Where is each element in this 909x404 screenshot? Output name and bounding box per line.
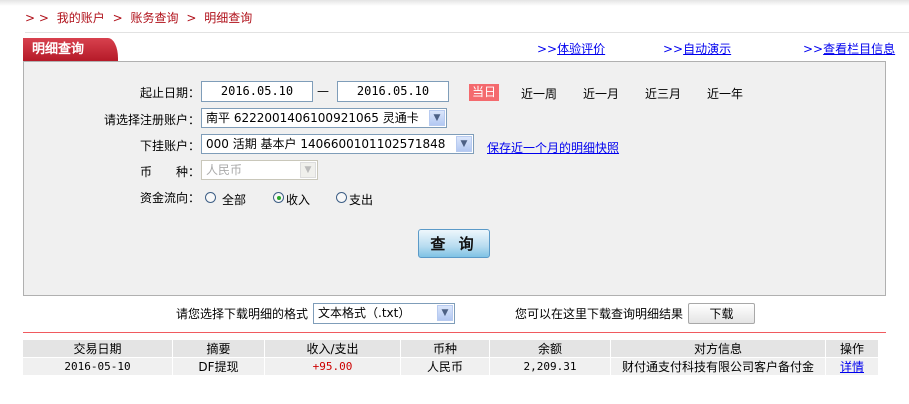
cell-currency: 人民币	[400, 357, 490, 375]
currency-value: 人民币	[206, 163, 243, 177]
link-prefix: >>	[537, 42, 558, 56]
currency-label: 种：	[176, 165, 201, 179]
radio-income[interactable]	[273, 192, 284, 203]
currency-label: 币	[140, 165, 153, 179]
chevron-down-icon[interactable]: ▼	[429, 110, 445, 126]
radio-expense-label[interactable]: 支出	[349, 191, 373, 208]
start-date-input[interactable]: 2016.05.10	[201, 81, 313, 102]
chevron-down-icon[interactable]: ▼	[456, 136, 472, 152]
table-header: 交易日期 摘要 收入/支出 币种 余额 对方信息 操作	[23, 340, 879, 358]
header-amount: 收入/支出	[264, 340, 401, 358]
link-feedback[interactable]: >>体验评价	[537, 40, 605, 57]
red-divider	[23, 332, 886, 333]
cell-summary: DF提现	[172, 357, 265, 375]
link-prefix: >>	[803, 42, 824, 56]
cell-balance: 2,209.31	[489, 357, 611, 375]
table-row: 2016-05-10 DF提现 +95.00 人民币 2,209.31 财付通支…	[23, 357, 879, 375]
radio-income-label[interactable]: 收入	[286, 191, 310, 208]
range-today[interactable]: 当日	[469, 84, 499, 101]
account-select[interactable]: 南平 6222001406100921065 灵通卡 ▼	[201, 108, 447, 128]
account-label: 请选择注册账户：	[104, 113, 201, 127]
link-prefix: >>	[663, 42, 684, 56]
range-month[interactable]: 近一月	[583, 85, 619, 102]
link-label[interactable]: 自动演示	[683, 42, 731, 56]
flow-label: 资金流向：	[140, 191, 201, 205]
link-column-info[interactable]: >>查看栏目信息	[803, 40, 895, 57]
breadcrumb-prefix: > >	[25, 11, 49, 25]
query-button[interactable]: 查 询	[418, 229, 490, 258]
radio-all[interactable]	[205, 192, 216, 203]
sub-account-select[interactable]: 000 活期 基本户 1406600101102571848 ▼	[201, 134, 474, 154]
breadcrumb-sep: >	[186, 11, 197, 25]
breadcrumb-account-query[interactable]: 账务查询	[131, 11, 179, 25]
breadcrumb-sep: >	[112, 11, 123, 25]
cell-counterparty: 财付通支付科技有限公司客户备付金	[610, 357, 826, 375]
end-date-input[interactable]: 2016.05.10	[337, 81, 449, 102]
link-auto-demo[interactable]: >>自动演示	[663, 40, 731, 57]
save-snapshot-link[interactable]: 保存近一个月的明细快照	[487, 139, 619, 156]
download-button[interactable]: 下载	[688, 303, 755, 324]
link-label[interactable]: 体验评价	[557, 42, 605, 56]
currency-select: 人民币 ▼	[201, 160, 318, 180]
account-value: 南平 6222001406100921065 灵通卡	[206, 111, 419, 125]
header-summary: 摘要	[172, 340, 265, 358]
download-hint: 您可以在这里下载查询明细结果	[515, 307, 684, 321]
date-dash: —	[317, 84, 329, 98]
breadcrumb-detail-query: 明细查询	[204, 11, 253, 25]
header-balance: 余额	[489, 340, 611, 358]
radio-all-label[interactable]: 全部	[222, 191, 246, 208]
range-week[interactable]: 近一周	[521, 85, 557, 102]
chevron-down-icon[interactable]: ▼	[437, 305, 453, 321]
date-label: 起止日期：	[140, 86, 201, 100]
divider	[25, 32, 909, 33]
top-shadow	[0, 0, 909, 6]
transactions-table: 交易日期 摘要 收入/支出 币种 余额 对方信息 操作 2016-05-10 D…	[23, 340, 879, 375]
breadcrumb-my-account[interactable]: 我的账户	[57, 11, 105, 25]
radio-expense[interactable]	[336, 192, 347, 203]
cell-amount: +95.00	[264, 357, 401, 375]
tab-detail-query[interactable]: 明细查询	[23, 38, 118, 61]
format-value: 文本格式（.txt）	[318, 306, 411, 320]
format-select[interactable]: 文本格式（.txt） ▼	[313, 303, 455, 324]
link-label[interactable]: 查看栏目信息	[823, 42, 895, 56]
header-date: 交易日期	[23, 340, 173, 358]
chevron-down-icon: ▼	[300, 162, 316, 178]
header-action: 操作	[825, 340, 879, 358]
cell-date: 2016-05-10	[23, 357, 173, 375]
range-year[interactable]: 近一年	[707, 85, 743, 102]
sub-account-value: 000 活期 基本户 1406600101102571848	[206, 137, 446, 151]
header-currency: 币种	[400, 340, 490, 358]
sub-account-label: 下挂账户：	[140, 139, 201, 153]
format-label: 请您选择下载明细的格式	[176, 307, 309, 321]
breadcrumb: > > 我的账户 > 账务查询 > 明细查询	[25, 9, 256, 26]
header-counterparty: 对方信息	[610, 340, 826, 358]
details-link[interactable]: 详情	[840, 360, 864, 374]
range-3-months[interactable]: 近三月	[645, 85, 681, 102]
